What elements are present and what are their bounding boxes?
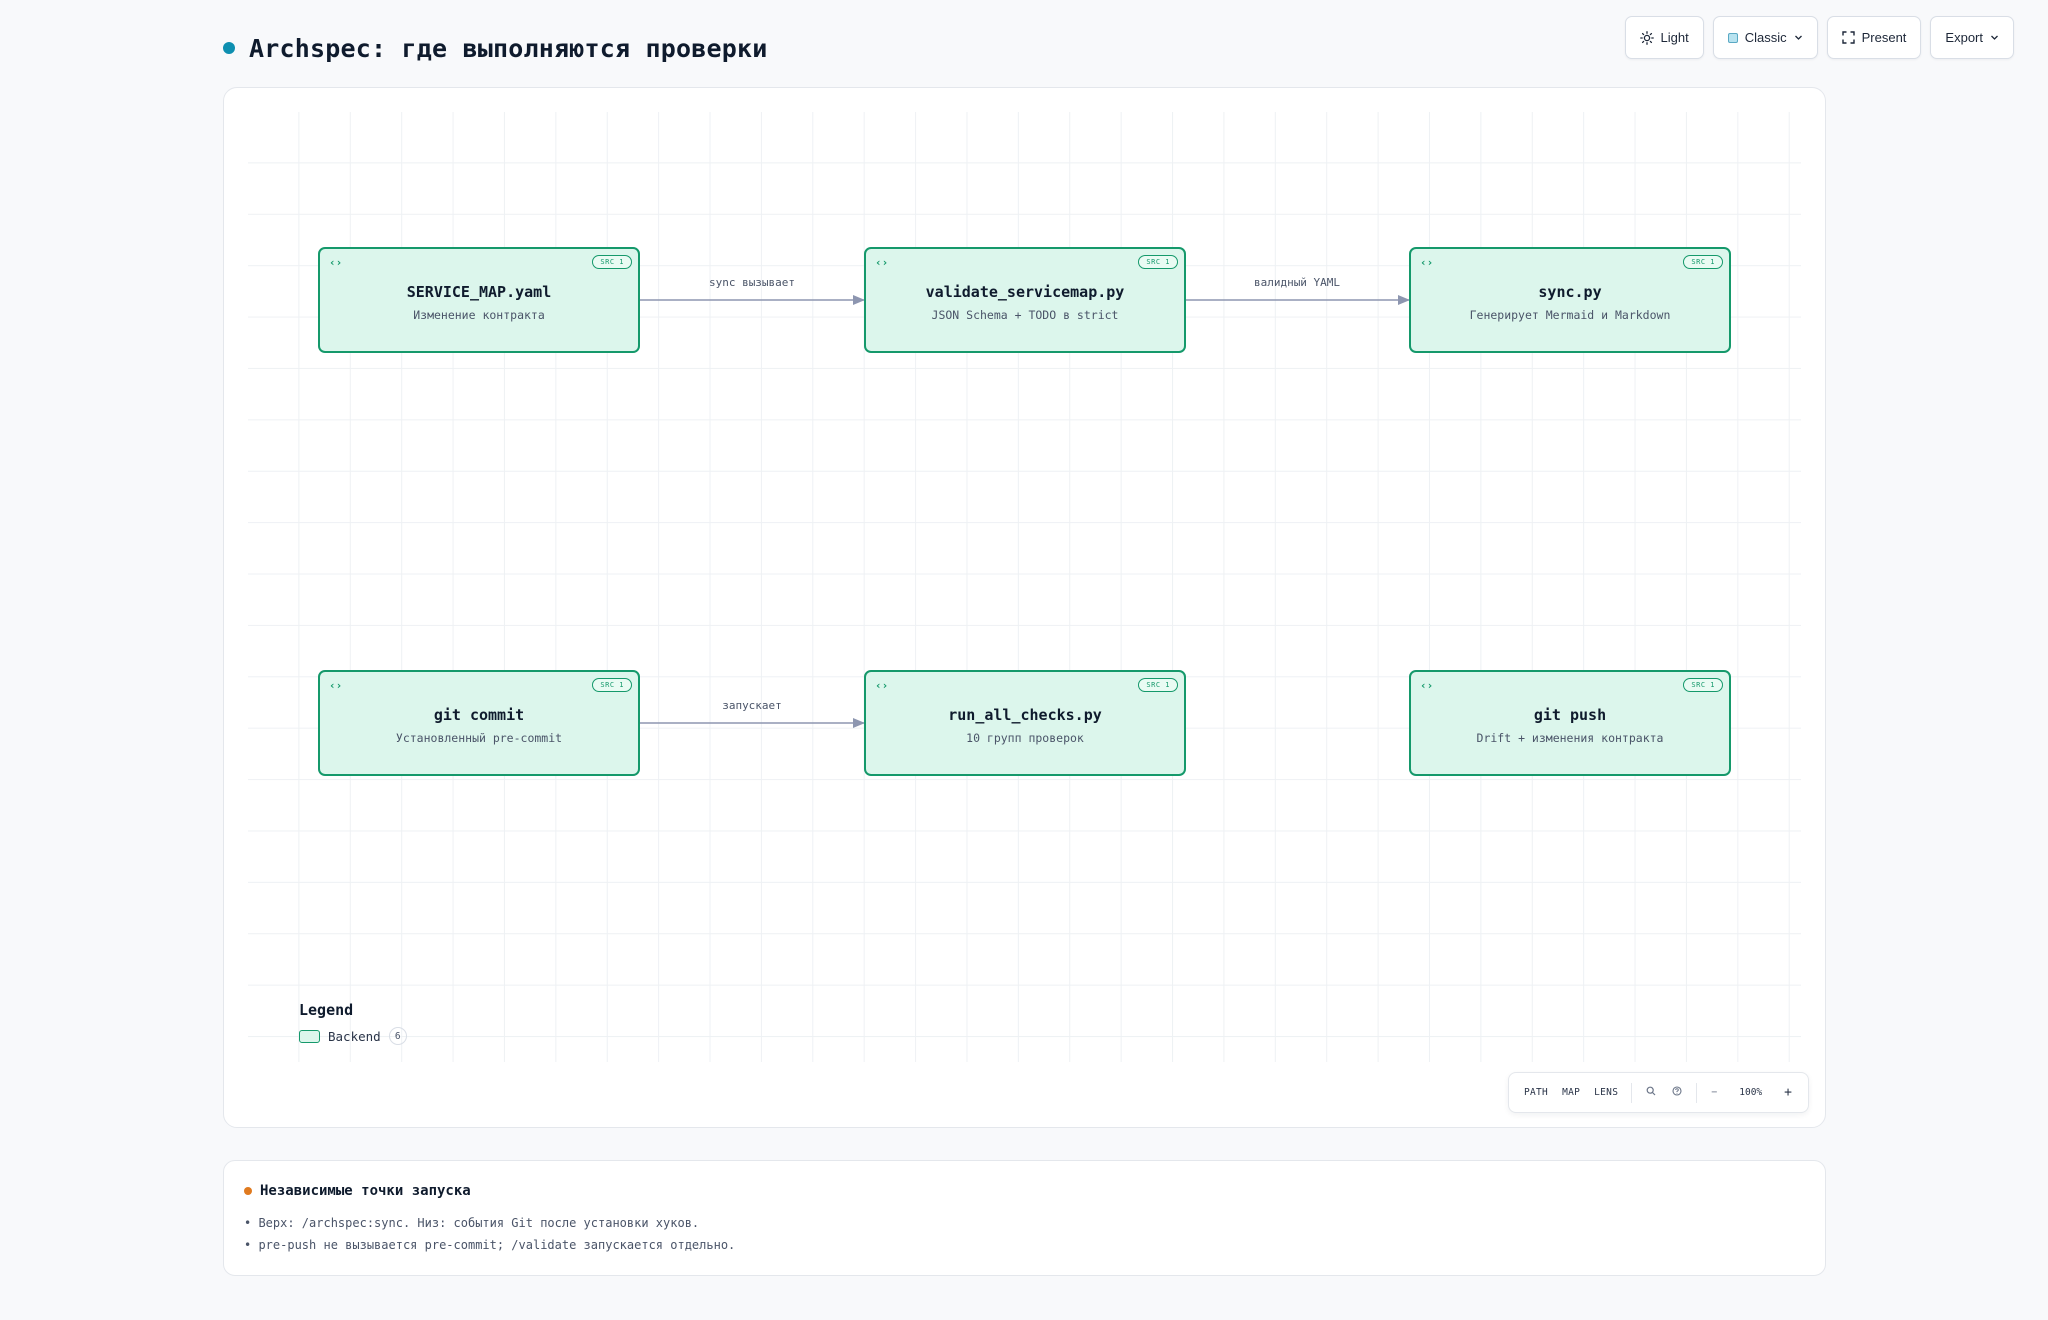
source-badge: SRC 1 <box>1138 255 1178 269</box>
notes-line: • Верх: /archspec:sync. Низ: события Git… <box>244 1216 700 1230</box>
node-sync[interactable]: ‹› SRC 1 sync.py Генерирует Mermaid и Ma… <box>1409 247 1731 353</box>
edges-layer <box>640 295 1410 728</box>
sun-icon <box>1639 30 1654 45</box>
diagram-canvas[interactable]: sync вызывает валидный YAML запускает ‹›… <box>223 87 1826 1128</box>
theme-label: Light <box>1660 30 1689 45</box>
node-title: git commit <box>433 705 525 724</box>
page-title: Archspec: где выполняются проверки <box>249 33 768 63</box>
status-dot <box>223 42 235 54</box>
edge-label: запускает <box>722 699 782 712</box>
lens-button[interactable]: LENS <box>1587 1087 1625 1098</box>
fullscreen-icon <box>1841 31 1855 44</box>
code-icon: ‹› <box>329 256 343 269</box>
header: Archspec: где выполняются проверки <box>223 28 768 68</box>
help-icon[interactable] <box>1664 1086 1690 1099</box>
divider <box>1696 1082 1698 1103</box>
zoom-in-button[interactable]: + <box>1776 1085 1800 1100</box>
zoom-out-button[interactable]: − <box>1703 1087 1725 1098</box>
source-badge: SRC 1 <box>1683 678 1723 692</box>
notes-header: Независимые точки запуска <box>244 1183 1805 1199</box>
source-badge: SRC 1 <box>1683 255 1723 269</box>
map-button[interactable]: MAP <box>1555 1087 1587 1098</box>
path-button[interactable]: PATH <box>1517 1087 1555 1098</box>
node-title: sync.py <box>1538 282 1602 301</box>
divider <box>1631 1082 1633 1103</box>
style-label: Classic <box>1744 30 1787 45</box>
legend-count: 6 <box>388 1027 407 1045</box>
code-icon: ‹› <box>329 679 343 692</box>
source-badge: SRC 1 <box>592 678 632 692</box>
legend-item[interactable]: Backend 6 <box>299 1027 407 1045</box>
node-subtitle: 10 групп проверок <box>966 730 1084 745</box>
export-label: Export <box>1945 30 1983 45</box>
node-service-map[interactable]: ‹› SRC 1 SERVICE_MAP.yaml Изменение конт… <box>318 247 640 353</box>
zoom-level: 100% <box>1739 1087 1763 1098</box>
export-dropdown[interactable]: Export <box>1930 16 2014 59</box>
node-subtitle: Изменение контракта <box>413 307 545 322</box>
code-icon: ‹› <box>875 256 889 269</box>
code-icon: ‹› <box>1420 679 1434 692</box>
legend: Legend Backend 6 <box>299 1001 407 1045</box>
present-button[interactable]: Present <box>1826 16 1922 59</box>
node-title: git push <box>1533 705 1607 724</box>
chevron-down-icon <box>1990 33 1999 42</box>
style-dropdown[interactable]: Classic <box>1712 16 1818 59</box>
node-subtitle: Генерирует Mermaid и Markdown <box>1469 307 1671 322</box>
edge-label: sync вызывает <box>708 276 796 289</box>
legend-swatch <box>299 1029 320 1043</box>
node-subtitle: JSON Schema + TODO в strict <box>931 307 1119 322</box>
source-badge: SRC 1 <box>592 255 632 269</box>
node-title: SERVICE_MAP.yaml <box>406 282 552 301</box>
search-icon[interactable] <box>1638 1086 1664 1099</box>
node-git-commit[interactable]: ‹› SRC 1 git commit Установленный pre-co… <box>318 670 640 776</box>
node-subtitle: Установленный pre-commit <box>395 730 563 745</box>
notes-panel: Независимые точки запуска • Верх: /archs… <box>223 1160 1826 1276</box>
notes-dot <box>244 1187 252 1195</box>
chevron-down-icon <box>1794 33 1803 42</box>
notes-line: • pre-push не вызывается pre-commit; /va… <box>244 1238 736 1252</box>
node-git-push[interactable]: ‹› SRC 1 git push Drift + изменения конт… <box>1409 670 1731 776</box>
edge-label: валидный YAML <box>1253 276 1341 289</box>
code-icon: ‹› <box>1420 256 1434 269</box>
code-icon: ‹› <box>875 679 889 692</box>
node-title: validate_servicemap.py <box>925 282 1125 301</box>
node-title: run_all_checks.py <box>948 705 1102 724</box>
canvas-controls: PATH MAP LENS − 100% + <box>1508 1072 1809 1113</box>
source-badge: SRC 1 <box>1138 678 1178 692</box>
node-validate[interactable]: ‹› SRC 1 validate_servicemap.py JSON Sch… <box>864 247 1186 353</box>
legend-title: Legend <box>299 1001 354 1019</box>
top-toolbar: Light Classic Present Export <box>1624 16 2014 59</box>
node-subtitle: Drift + изменения контракта <box>1476 730 1664 745</box>
theme-button[interactable]: Light <box>1624 16 1704 59</box>
notes-title: Независимые точки запуска <box>260 1183 471 1199</box>
node-run-all-checks[interactable]: ‹› SRC 1 run_all_checks.py 10 групп пров… <box>864 670 1186 776</box>
swatch-icon <box>1727 32 1738 43</box>
legend-label: Backend <box>328 1028 381 1044</box>
present-label: Present <box>1861 30 1907 45</box>
